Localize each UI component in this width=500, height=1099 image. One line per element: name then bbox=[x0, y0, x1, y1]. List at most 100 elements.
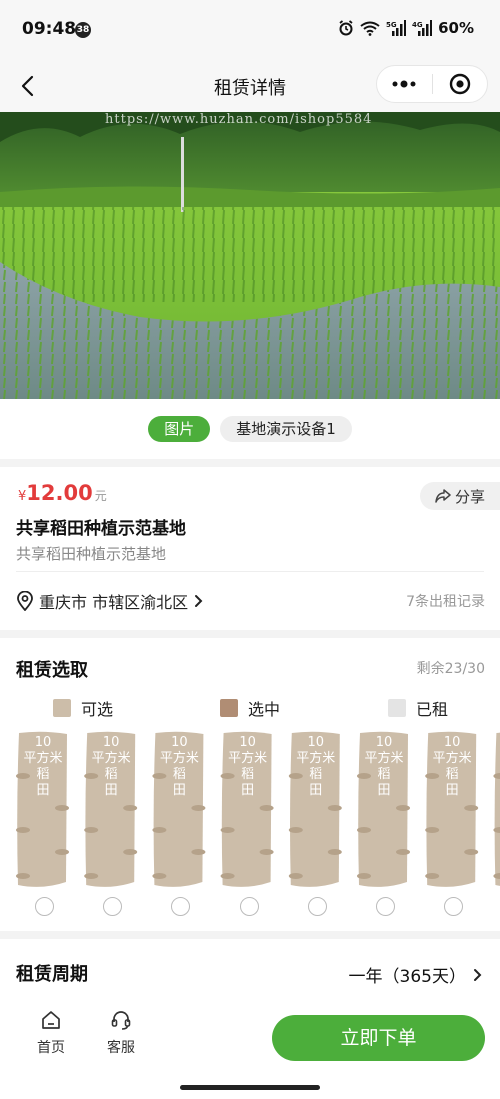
more-dots-icon bbox=[392, 80, 416, 88]
plot-label: 10 平方米稻田 bbox=[222, 735, 274, 799]
notification-badge: 38 bbox=[75, 22, 91, 38]
product-title: 共享稻田种植示范基地 bbox=[16, 519, 186, 539]
period-value[interactable]: 一年（365天） bbox=[349, 962, 484, 987]
plot-label-line: 平方米 bbox=[432, 751, 472, 766]
legend-rented: 已租 bbox=[388, 696, 448, 720]
plot-label-line: 10 bbox=[102, 735, 120, 750]
chevron-right-icon bbox=[474, 968, 482, 981]
more-button[interactable] bbox=[377, 66, 432, 102]
plot-label-line: 田 bbox=[445, 783, 459, 798]
service-label: 客服 bbox=[107, 1040, 135, 1056]
hero-image[interactable] bbox=[0, 112, 500, 399]
plot-label-line: 稻 bbox=[377, 767, 391, 782]
price-value: 12.00 bbox=[26, 481, 93, 505]
plot-label-line: 平方米 bbox=[364, 751, 404, 766]
price: ¥12.00 元 bbox=[18, 481, 107, 505]
plot-label-line: 稻 bbox=[241, 767, 255, 782]
plot-label: 10 平方米稻田 bbox=[85, 735, 137, 799]
chevron-right-icon bbox=[195, 595, 203, 607]
battery-level: 60% bbox=[438, 19, 474, 37]
status-bar: 09:48 38 5G 4G 60% bbox=[0, 0, 500, 60]
tab-demo-device[interactable]: 基地演示设备1 bbox=[220, 416, 352, 442]
plot-select-radio[interactable] bbox=[239, 897, 259, 916]
plot-label-line: 田 bbox=[377, 783, 391, 798]
plot-select-radio[interactable] bbox=[171, 897, 191, 916]
home-button[interactable]: 首页 bbox=[26, 1009, 76, 1057]
plot-label: 10 平方米稻田 bbox=[17, 735, 69, 799]
signal-4g-icon: 4G bbox=[412, 20, 433, 36]
plot-label-line: 10 bbox=[375, 735, 393, 750]
location-link[interactable]: 重庆市 市辖区渝北区 bbox=[16, 589, 205, 613]
plot-label: 10 平方米稻田 bbox=[153, 735, 205, 799]
plot-label-line: 10 bbox=[171, 735, 188, 750]
legend-selected: 选中 bbox=[220, 696, 280, 720]
rental-period-card[interactable]: 租赁周期 一年（365天） bbox=[0, 939, 500, 999]
network-5g-label: 5G bbox=[386, 21, 397, 29]
period-value-text: 一年（365天） bbox=[348, 967, 466, 987]
plot-tile[interactable] bbox=[493, 732, 500, 887]
legend-swatch-selected bbox=[220, 699, 238, 717]
alarm-icon bbox=[339, 20, 353, 36]
share-button[interactable]: 分享 bbox=[420, 482, 500, 510]
plot-label-line: 10 bbox=[239, 735, 256, 750]
location-text: 重庆市 市辖区渝北区 bbox=[39, 593, 189, 612]
plot-label-line: 稻 bbox=[445, 767, 459, 782]
rental-records[interactable]: 7条出租记录 bbox=[406, 591, 485, 611]
plot-select-radio[interactable] bbox=[444, 897, 464, 916]
location-pin-icon bbox=[17, 591, 33, 611]
plot-label-line: 平方米 bbox=[159, 751, 199, 766]
plot-label: 10 平方米稻田 bbox=[358, 735, 410, 799]
plot-label-line: 平方米 bbox=[91, 751, 131, 766]
record-icon bbox=[449, 73, 470, 95]
plot-label: 10 平方米稻田 bbox=[290, 735, 342, 799]
image-watermark: https://www.huzhan.com/ishop5584 bbox=[105, 112, 373, 127]
plot-label-line: 稻 bbox=[36, 767, 50, 782]
home-indicator bbox=[180, 1085, 320, 1090]
plot-label-line: 稻 bbox=[104, 767, 118, 782]
signal-5g-icon: 5G bbox=[386, 20, 407, 36]
plot-label-line: 平方米 bbox=[23, 751, 63, 766]
bottom-action-bar: 首页 客服 立即下单 bbox=[0, 999, 500, 1099]
legend-label-rented: 已租 bbox=[416, 700, 449, 719]
share-icon bbox=[435, 489, 451, 503]
plot-label-line: 田 bbox=[36, 783, 50, 798]
plot-label-line: 10 bbox=[307, 735, 325, 750]
status-time: 09:48 bbox=[22, 19, 77, 39]
mini-program-capsule bbox=[376, 65, 488, 103]
period-title: 租赁周期 bbox=[16, 964, 88, 985]
rental-selection-card: 租赁选取 剩余23/30 可选 选中 已租 10 平方米稻田 10 平方米稻田 10 平方… bbox=[0, 638, 500, 931]
close-mini-program-button[interactable] bbox=[433, 66, 488, 102]
share-label: 分享 bbox=[454, 487, 485, 506]
plot-label-line: 田 bbox=[172, 783, 186, 798]
nav-bar: 租赁详情 bbox=[0, 60, 500, 112]
plot-label-line: 田 bbox=[241, 783, 255, 798]
divider bbox=[16, 571, 484, 572]
legend-label-selected: 选中 bbox=[248, 700, 281, 719]
rice-paddy-photo bbox=[0, 112, 500, 399]
headset-icon bbox=[111, 1011, 131, 1030]
plot-label-line: 田 bbox=[309, 783, 323, 798]
customer-service-button[interactable]: 客服 bbox=[96, 1009, 146, 1057]
remaining-count: 剩余23/30 bbox=[416, 661, 485, 677]
plot-select-radio[interactable] bbox=[35, 897, 54, 916]
legend-available: 可选 bbox=[53, 696, 113, 720]
order-now-button[interactable]: 立即下单 bbox=[272, 1015, 485, 1061]
product-subtitle: 共享稻田种植示范基地 bbox=[16, 545, 167, 563]
product-info-card: ¥12.00 元 分享 共享稻田种植示范基地 共享稻田种植示范基地 重庆市 市辖区… bbox=[0, 467, 500, 630]
plot-select-radio[interactable] bbox=[376, 897, 395, 916]
plot-select-radio[interactable] bbox=[307, 897, 327, 916]
legend-label-available: 可选 bbox=[81, 700, 114, 719]
network-4g-label: 4G bbox=[412, 21, 423, 29]
wifi-icon bbox=[360, 21, 380, 36]
plot-label-line: 10 bbox=[443, 735, 461, 750]
plot-select-radio[interactable] bbox=[103, 897, 123, 916]
tab-images[interactable]: 图片 bbox=[148, 416, 211, 442]
home-label: 首页 bbox=[37, 1040, 65, 1056]
plot-label-line: 平方米 bbox=[296, 751, 336, 766]
plot-label: 10 平方米稻田 bbox=[426, 735, 478, 799]
legend-swatch-rented bbox=[388, 699, 406, 717]
status-indicators: 5G 4G 60% bbox=[338, 19, 474, 37]
plot-label-line: 10 bbox=[34, 735, 52, 750]
plot-label-line: 平方米 bbox=[228, 751, 268, 766]
plot-label-line: 田 bbox=[104, 783, 118, 798]
